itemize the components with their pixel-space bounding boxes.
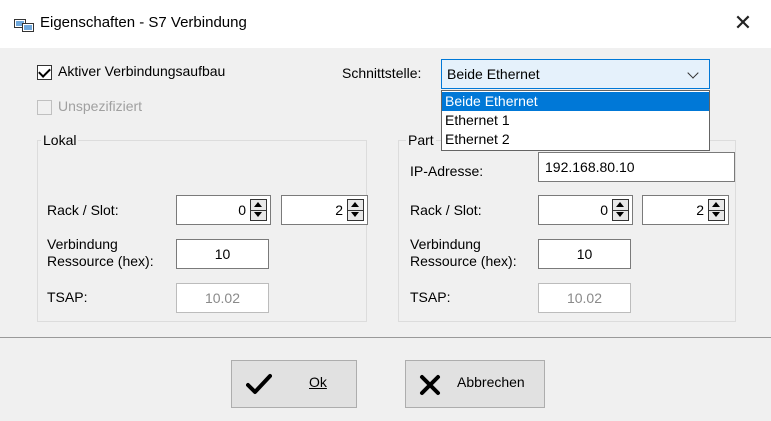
ok-button[interactable]: Ok [231, 360, 357, 408]
check-icon [246, 374, 272, 394]
lokal-tsap-field: 10.02 [176, 283, 269, 313]
lokal-group-title: Lokal [41, 132, 79, 148]
spin-arrows-icon[interactable] [250, 199, 267, 221]
cancel-button[interactable]: Abbrechen [405, 360, 545, 408]
connection-icon [14, 19, 34, 32]
dropdown-option[interactable]: Ethernet 2 [442, 130, 709, 149]
partner-rack-slot-label: Rack / Slot: [410, 202, 482, 218]
partner-ressource-input[interactable]: 10 [538, 239, 631, 269]
partner-ressource-label: Ressource (hex): [410, 253, 517, 269]
dropdown-option[interactable]: Beide Ethernet [442, 92, 709, 111]
schnittstelle-value: Beide Ethernet [447, 66, 540, 82]
close-icon [420, 375, 440, 395]
ok-label: Ok [309, 374, 327, 390]
partner-slot-value: 2 [696, 202, 704, 218]
dialog-body: Aktiver Verbindungsaufbau Unspezifiziert… [0, 48, 771, 337]
partner-ip-input[interactable]: 192.168.80.10 [538, 152, 735, 182]
partner-tsap-label: TSAP: [410, 289, 451, 305]
aktiver-checkbox[interactable] [37, 65, 52, 80]
lokal-rack-slot-label: Rack / Slot: [47, 202, 119, 218]
lokal-ressource-input[interactable]: 10 [176, 239, 269, 269]
partner-rack-value: 0 [600, 202, 608, 218]
unspezifiziert-label: Unspezifiziert [58, 98, 143, 114]
schnittstelle-select[interactable]: Beide Ethernet [441, 59, 710, 89]
chevron-down-icon [687, 67, 699, 79]
schnittstelle-label: Schnittstelle: [342, 65, 422, 81]
title-bar: Eigenschaften - S7 Verbindung ✕ [0, 0, 771, 48]
partner-group-title: Part [406, 132, 436, 148]
partner-verbindung-label: Verbindung [410, 236, 481, 252]
lokal-slot-spinner[interactable]: 2 [281, 195, 368, 225]
lokal-slot-value: 2 [335, 202, 343, 218]
spin-arrows-icon[interactable] [708, 199, 725, 221]
spin-arrows-icon[interactable] [612, 199, 629, 221]
schnittstelle-dropdown: Beide Ethernet Ethernet 1 Ethernet 2 [441, 90, 710, 151]
lokal-verbindung-label: Verbindung [47, 236, 118, 252]
lokal-rack-value: 0 [238, 202, 246, 218]
spin-arrows-icon[interactable] [347, 199, 364, 221]
window-title: Eigenschaften - S7 Verbindung [40, 14, 247, 31]
partner-slot-spinner[interactable]: 2 [642, 195, 729, 225]
close-button[interactable]: ✕ [728, 10, 758, 38]
dropdown-option[interactable]: Ethernet 1 [442, 111, 709, 130]
partner-rack-spinner[interactable]: 0 [538, 195, 633, 225]
button-bar: Ok Abbrechen [0, 337, 771, 421]
lokal-ressource-label: Ressource (hex): [47, 253, 154, 269]
partner-ip-label: IP-Adresse: [410, 163, 484, 179]
aktiver-label[interactable]: Aktiver Verbindungsaufbau [58, 63, 225, 79]
lokal-tsap-label: TSAP: [47, 289, 88, 305]
unspezifiziert-checkbox[interactable] [37, 100, 52, 115]
lokal-rack-spinner[interactable]: 0 [176, 195, 271, 225]
partner-tsap-field: 10.02 [538, 283, 631, 313]
cancel-label: Abbrechen [457, 374, 525, 390]
